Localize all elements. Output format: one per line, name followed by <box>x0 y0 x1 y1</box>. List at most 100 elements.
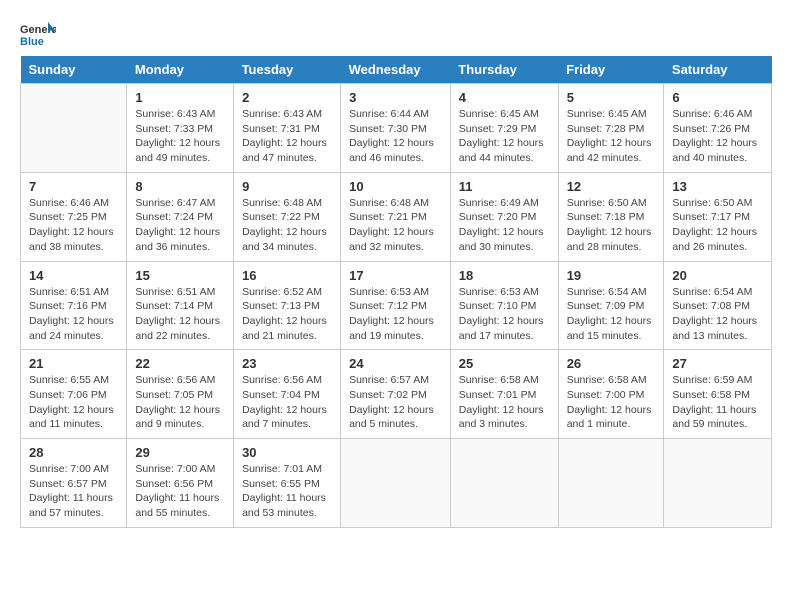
day-number: 3 <box>349 90 442 105</box>
day-number: 20 <box>672 268 763 283</box>
day-number: 8 <box>135 179 225 194</box>
day-info: Sunrise: 6:56 AM Sunset: 7:05 PM Dayligh… <box>135 373 225 432</box>
day-info: Sunrise: 6:46 AM Sunset: 7:25 PM Dayligh… <box>29 196 118 255</box>
day-info: Sunrise: 6:51 AM Sunset: 7:14 PM Dayligh… <box>135 285 225 344</box>
day-info: Sunrise: 6:49 AM Sunset: 7:20 PM Dayligh… <box>459 196 550 255</box>
day-number: 26 <box>567 356 656 371</box>
day-number: 1 <box>135 90 225 105</box>
calendar-cell: 2 Sunrise: 6:43 AM Sunset: 7:31 PM Daylig… <box>234 84 341 173</box>
day-number: 9 <box>242 179 332 194</box>
day-info: Sunrise: 6:58 AM Sunset: 7:00 PM Dayligh… <box>567 373 656 432</box>
day-number: 4 <box>459 90 550 105</box>
day-info: Sunrise: 6:43 AM Sunset: 7:33 PM Dayligh… <box>135 107 225 166</box>
day-number: 2 <box>242 90 332 105</box>
calendar-cell: 4 Sunrise: 6:45 AM Sunset: 7:29 PM Daylig… <box>450 84 558 173</box>
day-number: 15 <box>135 268 225 283</box>
day-number: 19 <box>567 268 656 283</box>
day-info: Sunrise: 6:47 AM Sunset: 7:24 PM Dayligh… <box>135 196 225 255</box>
logo-icon: General Blue <box>20 20 56 48</box>
calendar-cell: 25Sunrise: 6:58 AM Sunset: 7:01 PM Dayli… <box>450 350 558 439</box>
day-header-wednesday: Wednesday <box>341 56 451 84</box>
day-number: 16 <box>242 268 332 283</box>
day-info: Sunrise: 6:50 AM Sunset: 7:18 PM Dayligh… <box>567 196 656 255</box>
calendar-cell: 9 Sunrise: 6:48 AM Sunset: 7:22 PM Daylig… <box>234 172 341 261</box>
day-number: 5 <box>567 90 656 105</box>
calendar-week-row: 21Sunrise: 6:55 AM Sunset: 7:06 PM Dayli… <box>21 350 772 439</box>
day-header-monday: Monday <box>127 56 234 84</box>
day-number: 7 <box>29 179 118 194</box>
day-number: 14 <box>29 268 118 283</box>
day-info: Sunrise: 7:00 AM Sunset: 6:57 PM Dayligh… <box>29 462 118 521</box>
day-info: Sunrise: 6:57 AM Sunset: 7:02 PM Dayligh… <box>349 373 442 432</box>
calendar-table: SundayMondayTuesdayWednesdayThursdayFrid… <box>20 56 772 528</box>
day-info: Sunrise: 6:48 AM Sunset: 7:21 PM Dayligh… <box>349 196 442 255</box>
day-number: 30 <box>242 445 332 460</box>
calendar-cell: 10 Sunrise: 6:48 AM Sunset: 7:21 PM Dayli… <box>341 172 451 261</box>
day-info: Sunrise: 6:53 AM Sunset: 7:10 PM Dayligh… <box>459 285 550 344</box>
calendar-cell: 17 Sunrise: 6:53 AM Sunset: 7:12 PM Dayli… <box>341 261 451 350</box>
day-number: 12 <box>567 179 656 194</box>
day-header-saturday: Saturday <box>664 56 772 84</box>
calendar-cell <box>341 439 451 528</box>
calendar-cell: 19 Sunrise: 6:54 AM Sunset: 7:09 PM Dayli… <box>558 261 664 350</box>
calendar-cell: 23 Sunrise: 6:56 AM Sunset: 7:04 PM Dayli… <box>234 350 341 439</box>
day-number: 29 <box>135 445 225 460</box>
calendar-cell: 11 Sunrise: 6:49 AM Sunset: 7:20 PM Dayli… <box>450 172 558 261</box>
day-number: 28 <box>29 445 118 460</box>
calendar-cell <box>21 84 127 173</box>
svg-text:Blue: Blue <box>20 36 44 48</box>
calendar-week-row: 1 Sunrise: 6:43 AM Sunset: 7:33 PM Daylig… <box>21 84 772 173</box>
calendar-cell: 21Sunrise: 6:55 AM Sunset: 7:06 PM Dayli… <box>21 350 127 439</box>
day-info: Sunrise: 6:45 AM Sunset: 7:29 PM Dayligh… <box>459 107 550 166</box>
day-number: 10 <box>349 179 442 194</box>
day-header-thursday: Thursday <box>450 56 558 84</box>
calendar-cell: 8 Sunrise: 6:47 AM Sunset: 7:24 PM Daylig… <box>127 172 234 261</box>
day-number: 23 <box>242 356 332 371</box>
day-info: Sunrise: 6:46 AM Sunset: 7:26 PM Dayligh… <box>672 107 763 166</box>
day-info: Sunrise: 6:54 AM Sunset: 7:08 PM Dayligh… <box>672 285 763 344</box>
day-info: Sunrise: 7:01 AM Sunset: 6:55 PM Dayligh… <box>242 462 332 521</box>
calendar-cell: 7 Sunrise: 6:46 AM Sunset: 7:25 PM Daylig… <box>21 172 127 261</box>
calendar-header-row: SundayMondayTuesdayWednesdayThursdayFrid… <box>21 56 772 84</box>
day-number: 25 <box>459 356 550 371</box>
calendar-cell: 20 Sunrise: 6:54 AM Sunset: 7:08 PM Dayli… <box>664 261 772 350</box>
calendar-cell: 29 Sunrise: 7:00 AM Sunset: 6:56 PM Dayli… <box>127 439 234 528</box>
calendar-cell: 16Sunrise: 6:52 AM Sunset: 7:13 PM Dayli… <box>234 261 341 350</box>
day-info: Sunrise: 6:45 AM Sunset: 7:28 PM Dayligh… <box>567 107 656 166</box>
calendar-cell: 26 Sunrise: 6:58 AM Sunset: 7:00 PM Dayli… <box>558 350 664 439</box>
day-info: Sunrise: 6:48 AM Sunset: 7:22 PM Dayligh… <box>242 196 332 255</box>
calendar-cell: 5 Sunrise: 6:45 AM Sunset: 7:28 PM Daylig… <box>558 84 664 173</box>
calendar-cell: 22 Sunrise: 6:56 AM Sunset: 7:05 PM Dayli… <box>127 350 234 439</box>
day-info: Sunrise: 6:43 AM Sunset: 7:31 PM Dayligh… <box>242 107 332 166</box>
calendar-cell: 15 Sunrise: 6:51 AM Sunset: 7:14 PM Dayli… <box>127 261 234 350</box>
day-info: Sunrise: 6:56 AM Sunset: 7:04 PM Dayligh… <box>242 373 332 432</box>
calendar-cell: 12 Sunrise: 6:50 AM Sunset: 7:18 PM Dayli… <box>558 172 664 261</box>
calendar-week-row: 7 Sunrise: 6:46 AM Sunset: 7:25 PM Daylig… <box>21 172 772 261</box>
day-number: 22 <box>135 356 225 371</box>
day-number: 17 <box>349 268 442 283</box>
calendar-week-row: 28 Sunrise: 7:00 AM Sunset: 6:57 PM Dayli… <box>21 439 772 528</box>
day-info: Sunrise: 7:00 AM Sunset: 6:56 PM Dayligh… <box>135 462 225 521</box>
day-number: 13 <box>672 179 763 194</box>
day-number: 11 <box>459 179 550 194</box>
calendar-cell: 24 Sunrise: 6:57 AM Sunset: 7:02 PM Dayli… <box>341 350 451 439</box>
day-number: 27 <box>672 356 763 371</box>
day-info: Sunrise: 6:51 AM Sunset: 7:16 PM Dayligh… <box>29 285 118 344</box>
day-number: 18 <box>459 268 550 283</box>
day-info: Sunrise: 6:53 AM Sunset: 7:12 PM Dayligh… <box>349 285 442 344</box>
day-header-friday: Friday <box>558 56 664 84</box>
day-info: Sunrise: 6:44 AM Sunset: 7:30 PM Dayligh… <box>349 107 442 166</box>
calendar-cell <box>450 439 558 528</box>
day-info: Sunrise: 6:54 AM Sunset: 7:09 PM Dayligh… <box>567 285 656 344</box>
calendar-cell: 13 Sunrise: 6:50 AM Sunset: 7:17 PM Dayli… <box>664 172 772 261</box>
calendar-cell: 14 Sunrise: 6:51 AM Sunset: 7:16 PM Dayli… <box>21 261 127 350</box>
day-number: 6 <box>672 90 763 105</box>
calendar-cell: 3 Sunrise: 6:44 AM Sunset: 7:30 PM Daylig… <box>341 84 451 173</box>
logo: General Blue <box>20 20 56 48</box>
calendar-cell <box>664 439 772 528</box>
calendar-cell: 28 Sunrise: 7:00 AM Sunset: 6:57 PM Dayli… <box>21 439 127 528</box>
calendar-cell: 6 Sunrise: 6:46 AM Sunset: 7:26 PM Daylig… <box>664 84 772 173</box>
day-info: Sunrise: 6:50 AM Sunset: 7:17 PM Dayligh… <box>672 196 763 255</box>
calendar-cell: 1 Sunrise: 6:43 AM Sunset: 7:33 PM Daylig… <box>127 84 234 173</box>
day-number: 24 <box>349 356 442 371</box>
